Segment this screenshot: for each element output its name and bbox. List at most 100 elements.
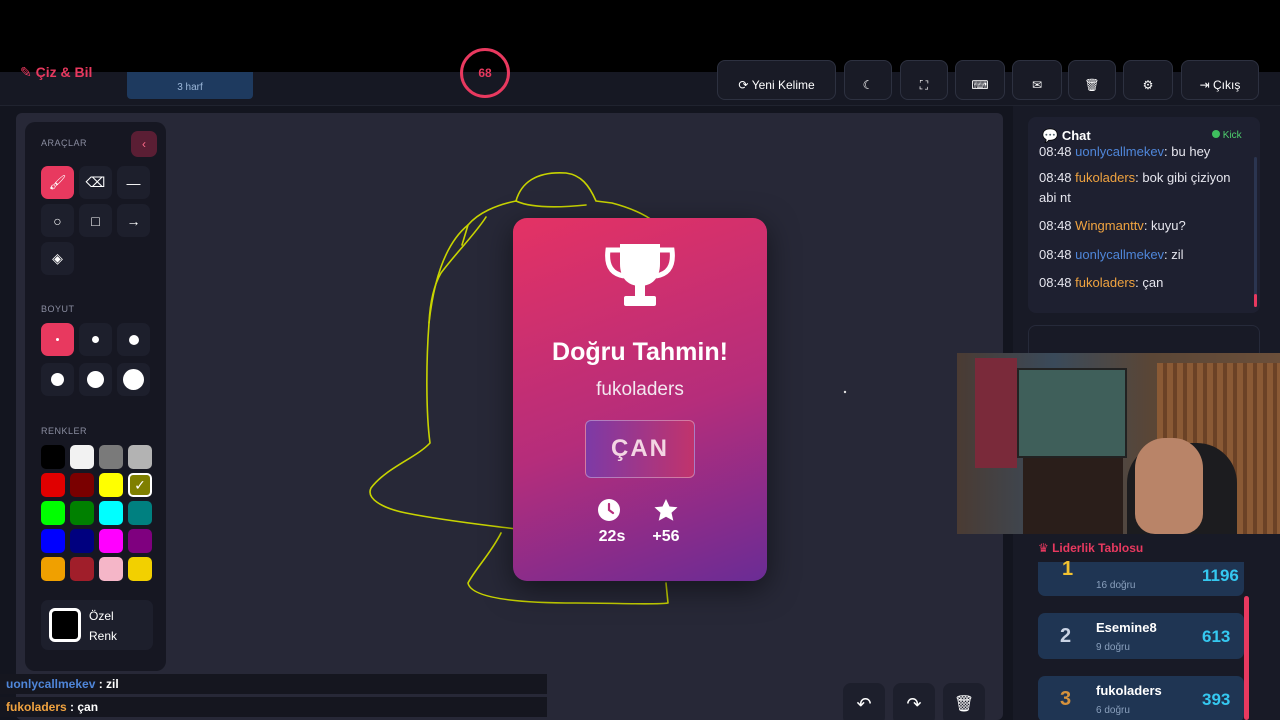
rank-1: 1 xyxy=(1062,558,1074,580)
chat-message: 08:48 Wingmanttv: kuyu? xyxy=(1039,216,1249,236)
color-swatch[interactable] xyxy=(128,529,152,553)
message-user[interactable]: fukoladers xyxy=(1075,170,1135,185)
colors-title: RENKLER xyxy=(41,426,88,436)
app-logo[interactable]: ✎ Çiz & Bil xyxy=(20,64,92,81)
message-user[interactable]: uonlycallmekev xyxy=(1075,144,1164,159)
clear-canvas-button[interactable]: 🗑 xyxy=(943,683,985,720)
message-user[interactable]: uonlycallmekev xyxy=(1075,247,1164,262)
color-swatch[interactable] xyxy=(41,529,65,553)
redo-icon: ↷ xyxy=(906,693,922,714)
leaderboard-scrollbar[interactable] xyxy=(1244,596,1249,720)
overlay-user-1: uonlycallmekev xyxy=(6,677,96,691)
word-hint-box: 3 harf xyxy=(127,72,253,99)
color-swatch[interactable] xyxy=(128,557,152,581)
line-tool-button[interactable]: — xyxy=(117,166,150,199)
online-dot-icon xyxy=(1212,130,1220,138)
star-icon xyxy=(653,498,683,522)
color-swatch[interactable] xyxy=(41,473,65,497)
color-swatch[interactable] xyxy=(99,473,123,497)
circle-tool-button[interactable]: ○ xyxy=(41,204,74,237)
line-icon: — xyxy=(126,174,141,191)
new-word-button[interactable]: ⟳ Yeni Kelime xyxy=(717,60,836,100)
settings-button[interactable]: ⚙ xyxy=(1123,60,1173,100)
arrow-tool-button[interactable]: → xyxy=(117,204,150,237)
size-button-5[interactable] xyxy=(79,363,112,396)
message-text: : kuyu? xyxy=(1143,218,1186,233)
correct-guess-modal: Doğru Tahmin! fukoladers ÇAN 22s +56 xyxy=(513,218,767,581)
redo-button[interactable]: ↷ xyxy=(893,683,935,720)
color-swatch[interactable] xyxy=(70,501,94,525)
collapse-panel-button[interactable]: ‹ xyxy=(131,131,157,157)
chevron-left-icon: ‹ xyxy=(142,137,146,151)
overlay-user-2: fukoladers xyxy=(6,700,67,714)
color-swatch[interactable] xyxy=(128,501,152,525)
color-swatch[interactable]: ✓ xyxy=(128,473,152,497)
guessed-word: ÇAN xyxy=(585,420,695,478)
clock-icon xyxy=(597,498,627,522)
trophy-icon xyxy=(605,244,675,306)
brush-tool-button[interactable]: 🖌 xyxy=(41,166,74,199)
points-stat: +56 xyxy=(652,528,680,545)
eraser-tool-button[interactable]: ⌫ xyxy=(79,166,112,199)
stream-chat-line-1: uonlycallmekev : zil xyxy=(0,674,547,694)
message-time: 08:48 xyxy=(1039,170,1072,185)
logout-icon: ⇥ xyxy=(1199,78,1214,92)
rectangle-tool-button[interactable]: □ xyxy=(79,204,112,237)
color-swatch[interactable] xyxy=(99,501,123,525)
color-swatch[interactable] xyxy=(70,445,94,469)
modal-title: Doğru Tahmin! xyxy=(552,338,728,366)
fill-tool-button[interactable]: ◈ xyxy=(41,242,74,275)
chat-scrollbar[interactable] xyxy=(1254,157,1257,307)
message-text: : bu hey xyxy=(1164,144,1211,159)
size-button-3[interactable] xyxy=(117,323,150,356)
brush-icon: 🖌 xyxy=(48,174,67,190)
color-swatch[interactable] xyxy=(99,529,123,553)
size-button-2[interactable] xyxy=(79,323,112,356)
size-dot-icon xyxy=(51,373,64,386)
overlay-text-1: : zil xyxy=(95,677,119,691)
message-button[interactable]: ✉ xyxy=(1012,60,1062,100)
color-swatch[interactable] xyxy=(41,445,65,469)
color-swatch[interactable] xyxy=(41,557,65,581)
streamer-face xyxy=(1135,438,1203,534)
color-swatch[interactable] xyxy=(99,557,123,581)
undo-button[interactable]: ↶ xyxy=(843,683,885,720)
color-swatch[interactable] xyxy=(41,501,65,525)
keyboard-button[interactable]: ⌨ xyxy=(955,60,1005,100)
color-swatch[interactable] xyxy=(70,557,94,581)
score-1: 1196 xyxy=(1202,566,1239,585)
custom-color-preview xyxy=(49,608,81,642)
message-user[interactable]: Wingmanttv xyxy=(1075,218,1144,233)
leaderboard-title: ♛ Liderlik Tablosu xyxy=(1038,541,1144,555)
size-dot-icon xyxy=(92,336,99,343)
color-swatch[interactable] xyxy=(128,445,152,469)
custom-color-button[interactable]: Özel Renk xyxy=(41,600,153,650)
color-swatch[interactable] xyxy=(70,473,94,497)
correct-count-3: 6 doğru xyxy=(1096,705,1130,716)
fullscreen-button[interactable]: ⛶ xyxy=(900,60,948,100)
chat-input-area[interactable] xyxy=(1028,325,1260,355)
chat-message: 08:48 uonlycallmekev: zil xyxy=(1039,245,1249,265)
color-swatch[interactable] xyxy=(70,529,94,553)
webcam-overlay xyxy=(957,353,1280,534)
size-button-4[interactable] xyxy=(41,363,74,396)
theme-toggle-button[interactable]: ☾ xyxy=(844,60,892,100)
chat-scroll-thumb[interactable] xyxy=(1254,294,1257,307)
leaderboard-row-3: 3 fukoladers 6 doğru 393 xyxy=(1038,676,1244,720)
word-hint-text: 3 harf xyxy=(177,82,203,93)
size-button-1[interactable] xyxy=(41,323,74,356)
message-time: 08:48 xyxy=(1039,144,1072,159)
trash-icon: 🗑 xyxy=(953,696,975,713)
crown-icon: ♛ xyxy=(1038,541,1053,555)
size-button-6[interactable] xyxy=(117,363,150,396)
clear-all-button[interactable]: 🗑 xyxy=(1068,60,1116,100)
chat-message: 08:48 fukoladers: çan xyxy=(1039,273,1249,293)
kick-status: Kick xyxy=(1212,130,1242,141)
chat-bubble-icon: 💬 xyxy=(1042,128,1062,143)
keyboard-icon: ⌨ xyxy=(971,78,989,92)
message-user[interactable]: fukoladers xyxy=(1075,275,1135,290)
exit-button[interactable]: ⇥ Çıkış xyxy=(1181,60,1259,100)
correct-count-2: 9 doğru xyxy=(1096,642,1130,653)
color-swatch[interactable] xyxy=(99,445,123,469)
message-time: 08:48 xyxy=(1039,247,1072,262)
